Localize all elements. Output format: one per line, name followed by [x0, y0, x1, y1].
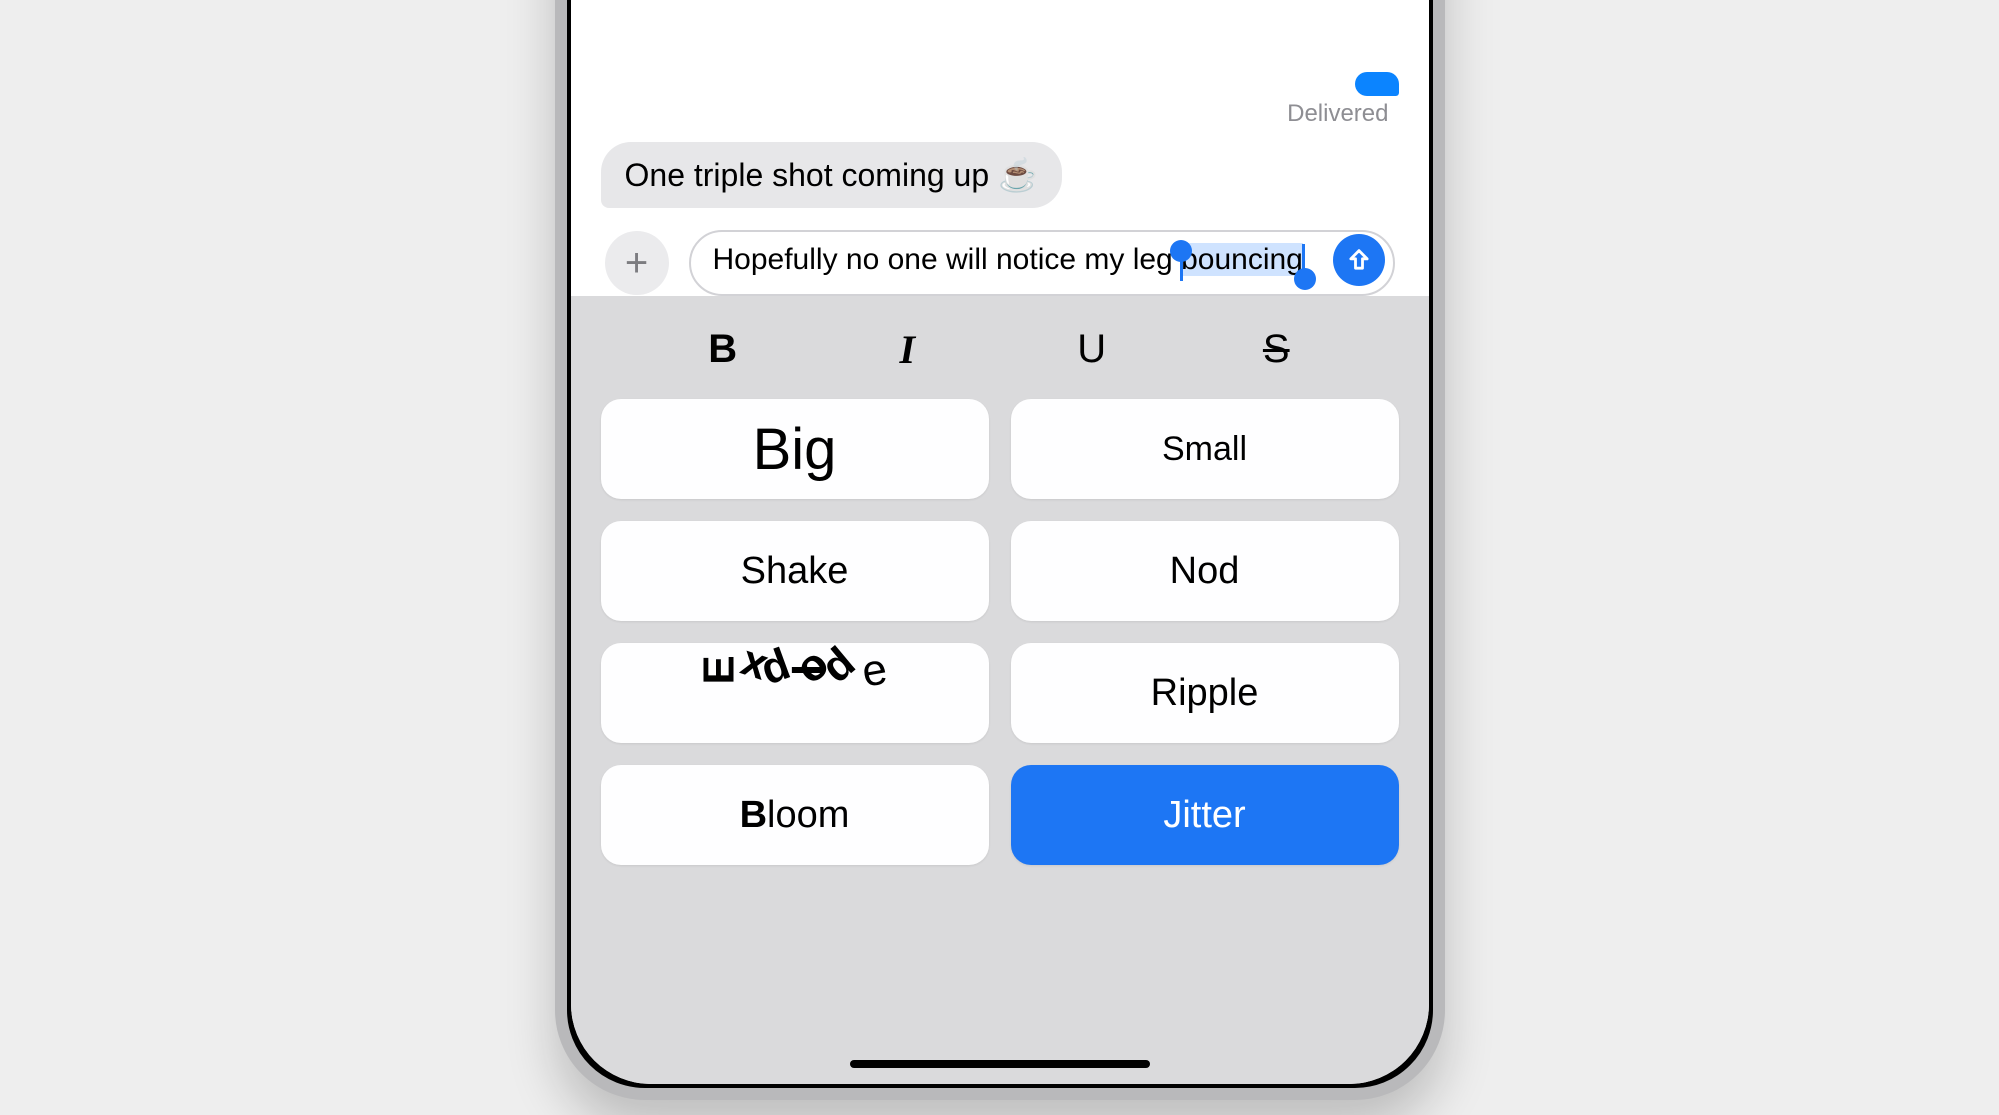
format-italic-button[interactable]: I	[867, 326, 947, 373]
message-text-unselected: Hopefully no one will notice my leg	[713, 243, 1182, 276]
effect-nod-label: Nod	[1170, 550, 1240, 593]
effect-big-button[interactable]: Big	[601, 399, 989, 499]
delivered-status: Delivered	[1287, 100, 1398, 128]
format-bar: B I U S	[601, 326, 1399, 373]
effect-explode-button[interactable]: Explode	[601, 643, 989, 743]
add-attachment-button[interactable]: +	[605, 231, 669, 295]
effect-ripple-button[interactable]: Ripple	[1011, 643, 1399, 743]
effect-bloom-label: Bloom	[740, 794, 850, 837]
effect-bloom-button[interactable]: Bloom	[601, 765, 989, 865]
message-input[interactable]: Hopefully no one will notice my leg boun…	[689, 230, 1395, 296]
sent-message-row: Delivered	[601, 72, 1399, 128]
phone-frame: Delivered One triple shot coming up ☕️ +…	[555, 0, 1445, 1100]
effect-shake-label: Shake	[741, 550, 849, 593]
format-strike-button[interactable]: S	[1236, 327, 1316, 372]
selection-handle-end[interactable]	[1294, 268, 1316, 290]
screen: Delivered One triple shot coming up ☕️ +…	[571, 0, 1429, 1084]
received-message-bubble[interactable]: One triple shot coming up ☕️	[601, 142, 1062, 208]
sent-message-bubble[interactable]	[1355, 72, 1399, 96]
arrow-up-icon	[1345, 246, 1373, 274]
format-underline-button[interactable]: U	[1052, 327, 1132, 372]
effect-small-button[interactable]: Small	[1011, 399, 1399, 499]
effect-jitter-button[interactable]: Jitter	[1011, 765, 1399, 865]
text-effects-panel: B I U S Big Small Shake Nod	[571, 296, 1429, 1084]
effect-explode-label: Explode	[709, 645, 880, 695]
selection-bar-start	[1180, 247, 1183, 281]
selected-text-value: bouncing	[1181, 243, 1303, 276]
effect-nod-button[interactable]: Nod	[1011, 521, 1399, 621]
effect-jitter-label: Jitter	[1163, 794, 1245, 837]
message-text-selected[interactable]: bouncing	[1181, 243, 1303, 276]
conversation-area: Delivered One triple shot coming up ☕️ +…	[571, 0, 1429, 296]
effect-ripple-label: Ripple	[1151, 672, 1259, 715]
effects-grid: Big Small Shake Nod Explode Ripple	[601, 399, 1399, 865]
effect-small-label: Small	[1162, 430, 1247, 469]
format-bold-button[interactable]: B	[683, 327, 763, 372]
effect-big-label: Big	[753, 416, 837, 483]
send-button[interactable]	[1333, 234, 1385, 286]
compose-bar: + Hopefully no one will notice my leg bo…	[601, 230, 1399, 296]
effect-shake-button[interactable]: Shake	[601, 521, 989, 621]
home-indicator[interactable]	[850, 1060, 1150, 1068]
